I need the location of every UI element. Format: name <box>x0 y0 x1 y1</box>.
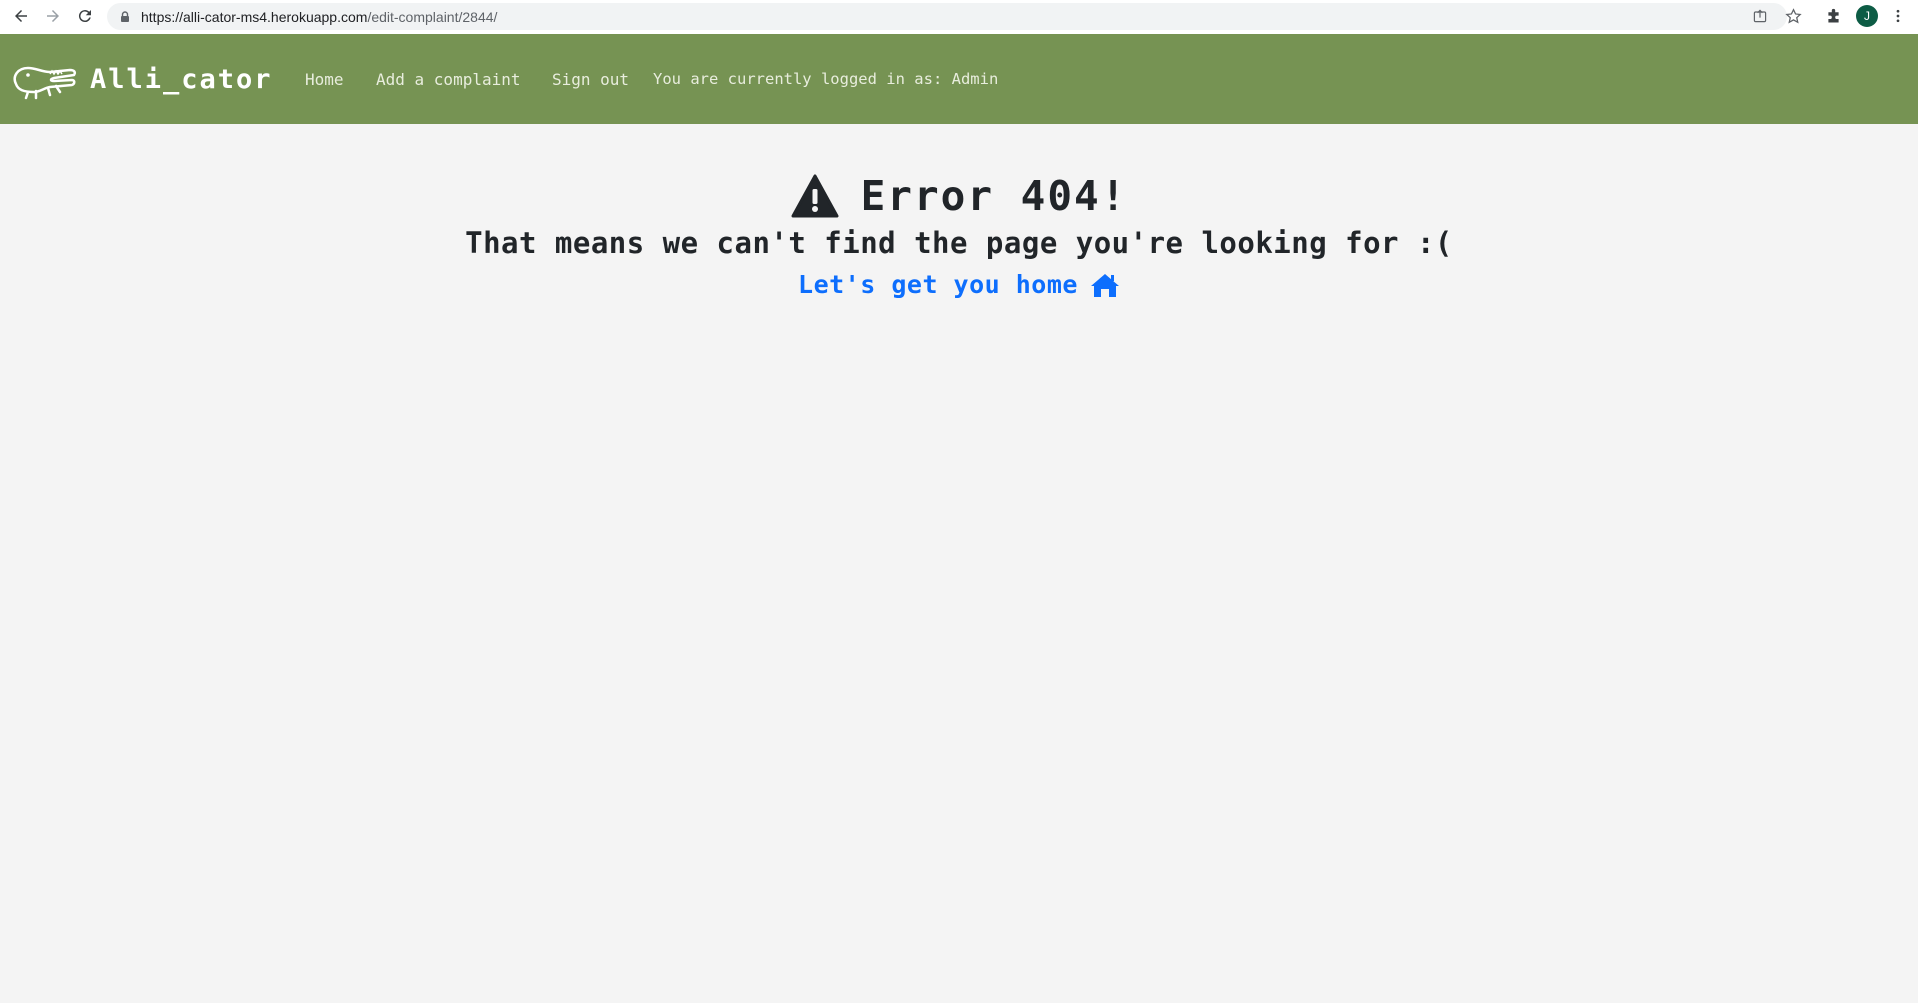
reload-button[interactable] <box>74 5 96 27</box>
url-text: https://alli-cator-ms4.herokuapp.com/edi… <box>141 9 497 25</box>
arrow-left-icon <box>15 10 27 22</box>
error-title: Error 404! <box>860 172 1128 220</box>
share-icon[interactable] <box>1750 6 1770 26</box>
login-status-text: You are currently logged in as: Admin <box>653 70 999 88</box>
address-bar[interactable]: https://alli-cator-ms4.herokuapp.com/edi… <box>107 3 1787 30</box>
error-heading: Error 404! <box>0 172 1918 220</box>
nav-link-home[interactable]: Home <box>305 70 344 89</box>
url-path: /edit-complaint/2844/ <box>367 9 498 25</box>
site-navbar: Alli_cator Home Add a complaint Sign out… <box>0 34 1918 124</box>
reload-icon <box>78 10 91 23</box>
lock-icon <box>121 11 129 22</box>
brand-link[interactable]: Alli_cator <box>10 54 273 104</box>
forward-button[interactable] <box>42 5 64 27</box>
url-host: https://alli-cator-ms4.herokuapp.com <box>141 9 368 25</box>
home-link-text: Let's get you home <box>798 270 1078 299</box>
brand-name: Alli_cator <box>90 63 273 95</box>
extensions-icon[interactable] <box>1823 6 1843 26</box>
arrow-right-icon <box>47 10 59 22</box>
home-link[interactable]: Let's get you home <box>0 270 1918 299</box>
alligator-logo-icon <box>13 66 77 100</box>
back-button[interactable] <box>10 5 32 27</box>
bookmark-star-icon[interactable] <box>1783 6 1803 26</box>
nav-link-sign-out[interactable]: Sign out <box>552 70 629 89</box>
browser-toolbar: https://alli-cator-ms4.herokuapp.com/edi… <box>0 0 1918 34</box>
home-icon <box>1090 273 1119 297</box>
profile-avatar[interactable]: J <box>1856 5 1878 27</box>
menu-kebab-icon[interactable] <box>1888 6 1908 26</box>
error-subtitle: That means we can't find the page you're… <box>465 226 1453 260</box>
nav-link-add-complaint[interactable]: Add a complaint <box>376 70 521 89</box>
warning-triangle-icon <box>791 174 839 218</box>
